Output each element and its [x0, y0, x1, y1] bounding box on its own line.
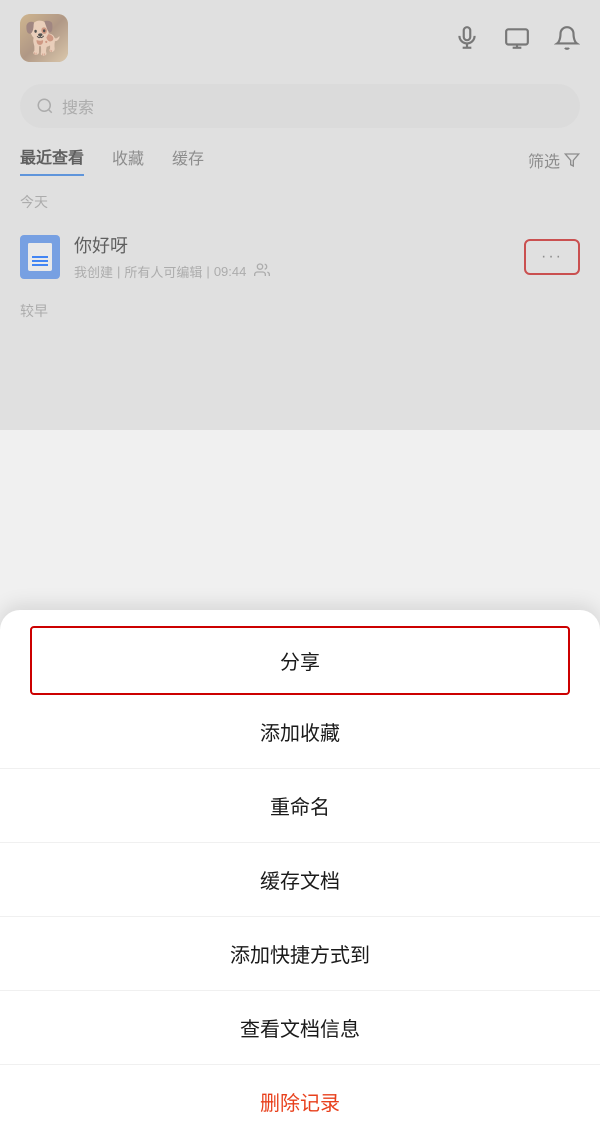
menu-item-add-favorite[interactable]: 添加收藏 [0, 695, 600, 769]
menu-item-share[interactable]: 分享 [30, 626, 570, 695]
menu-item-delete-record[interactable]: 删除记录 [0, 1065, 600, 1138]
menu-item-rename[interactable]: 重命名 [0, 769, 600, 843]
menu-item-add-shortcut[interactable]: 添加快捷方式到 [0, 917, 600, 991]
menu-item-cache-doc[interactable]: 缓存文档 [0, 843, 600, 917]
menu-item-view-info[interactable]: 查看文档信息 [0, 991, 600, 1065]
background-dim [0, 0, 600, 430]
context-menu: 分享 添加收藏 重命名 缓存文档 添加快捷方式到 查看文档信息 删除记录 [0, 610, 600, 1138]
